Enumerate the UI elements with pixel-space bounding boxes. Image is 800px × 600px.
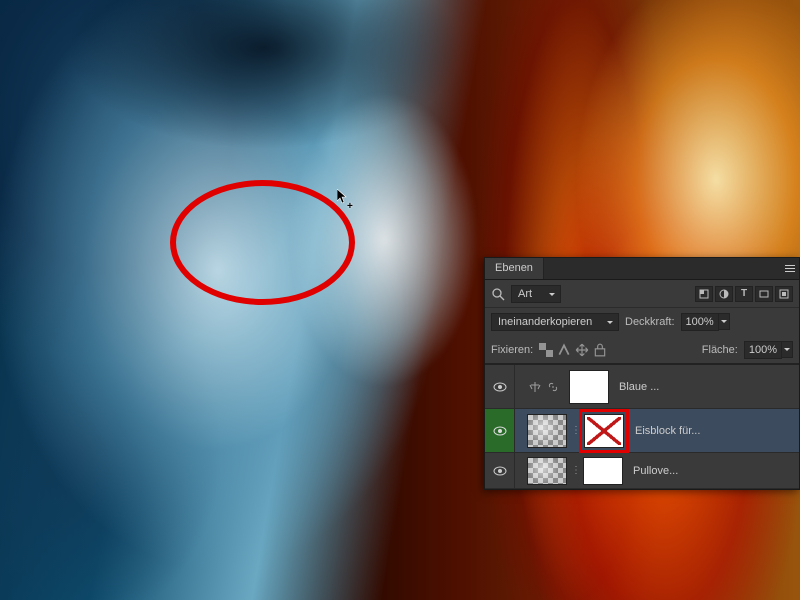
lock-position-icon[interactable] [575, 343, 589, 357]
opacity-input[interactable]: 100% [681, 313, 719, 331]
layer-adjust-icons [523, 381, 565, 393]
lock-transparency-icon[interactable] [539, 343, 553, 357]
eye-icon [493, 466, 507, 476]
filter-smart-icon[interactable] [775, 286, 793, 302]
layer-visibility-toggle[interactable] [485, 453, 515, 488]
mask-link-icon[interactable]: ⋮ [571, 425, 579, 436]
layer-mask-thumbnail[interactable] [569, 370, 609, 404]
eye-icon [493, 382, 507, 392]
lock-fill-row: Fixieren: Fläche: 100% [485, 336, 799, 364]
fill-label: Fläche: [702, 344, 738, 356]
annotation-ellipse [170, 180, 355, 305]
layer-name-label[interactable]: Blaue ... [613, 381, 799, 393]
filter-adjust-icon[interactable] [715, 286, 733, 302]
opacity-flyout-button[interactable] [719, 313, 730, 330]
layer-visibility-toggle[interactable] [485, 365, 515, 408]
lock-buttons [539, 343, 607, 357]
filter-type-icon[interactable]: T [735, 286, 753, 302]
fill-flyout-button[interactable] [782, 341, 793, 358]
panel-tab-bar: Ebenen [485, 258, 799, 280]
layer-thumbnail[interactable] [527, 414, 567, 448]
annotation-highlight-box [579, 409, 629, 453]
layers-list: Blaue ... ⋮ Eisblock für... ⋮ Pullove... [485, 364, 799, 489]
filter-pixel-icon[interactable] [695, 286, 713, 302]
layer-mask-thumbnail[interactable] [583, 457, 623, 485]
layer-mask-thumbnail-disabled[interactable] [584, 414, 624, 448]
layer-row-pullover[interactable]: ⋮ Pullove... [485, 453, 799, 489]
layer-thumbnail[interactable] [527, 457, 567, 485]
filter-shape-icon[interactable] [755, 286, 773, 302]
filter-type-buttons: T [695, 286, 793, 302]
mask-link-icon[interactable]: ⋮ [571, 465, 579, 476]
layer-filter-row: Art T [485, 280, 799, 308]
layer-name-label[interactable]: Pullove... [627, 465, 799, 477]
layer-name-label[interactable]: Eisblock für... [629, 425, 799, 437]
hamburger-icon [785, 265, 795, 273]
lock-pixels-icon[interactable] [557, 343, 571, 357]
layer-row-blaue[interactable]: Blaue ... [485, 365, 799, 409]
fill-input[interactable]: 100% [744, 341, 782, 359]
move-cursor: + [337, 189, 353, 209]
layer-visibility-toggle[interactable] [485, 409, 515, 452]
tab-layers[interactable]: Ebenen [485, 258, 544, 279]
search-icon [491, 287, 505, 301]
link-icon [547, 381, 559, 393]
blend-opacity-row: Ineinanderkopieren Deckkraft: 100% [485, 308, 799, 336]
filter-kind-dropdown[interactable]: Art [511, 285, 561, 303]
layers-panel: Ebenen Art T Ineinanderkopieren Deckkraf… [484, 257, 800, 490]
eye-icon [493, 426, 507, 436]
lock-label: Fixieren: [491, 344, 533, 356]
opacity-label: Deckkraft: [625, 316, 675, 328]
balance-icon [529, 381, 541, 393]
blend-mode-dropdown[interactable]: Ineinanderkopieren [491, 313, 619, 331]
panel-menu-button[interactable] [781, 258, 799, 279]
lock-all-icon[interactable] [593, 343, 607, 357]
layer-row-eisblock[interactable]: ⋮ Eisblock für... [485, 409, 799, 453]
